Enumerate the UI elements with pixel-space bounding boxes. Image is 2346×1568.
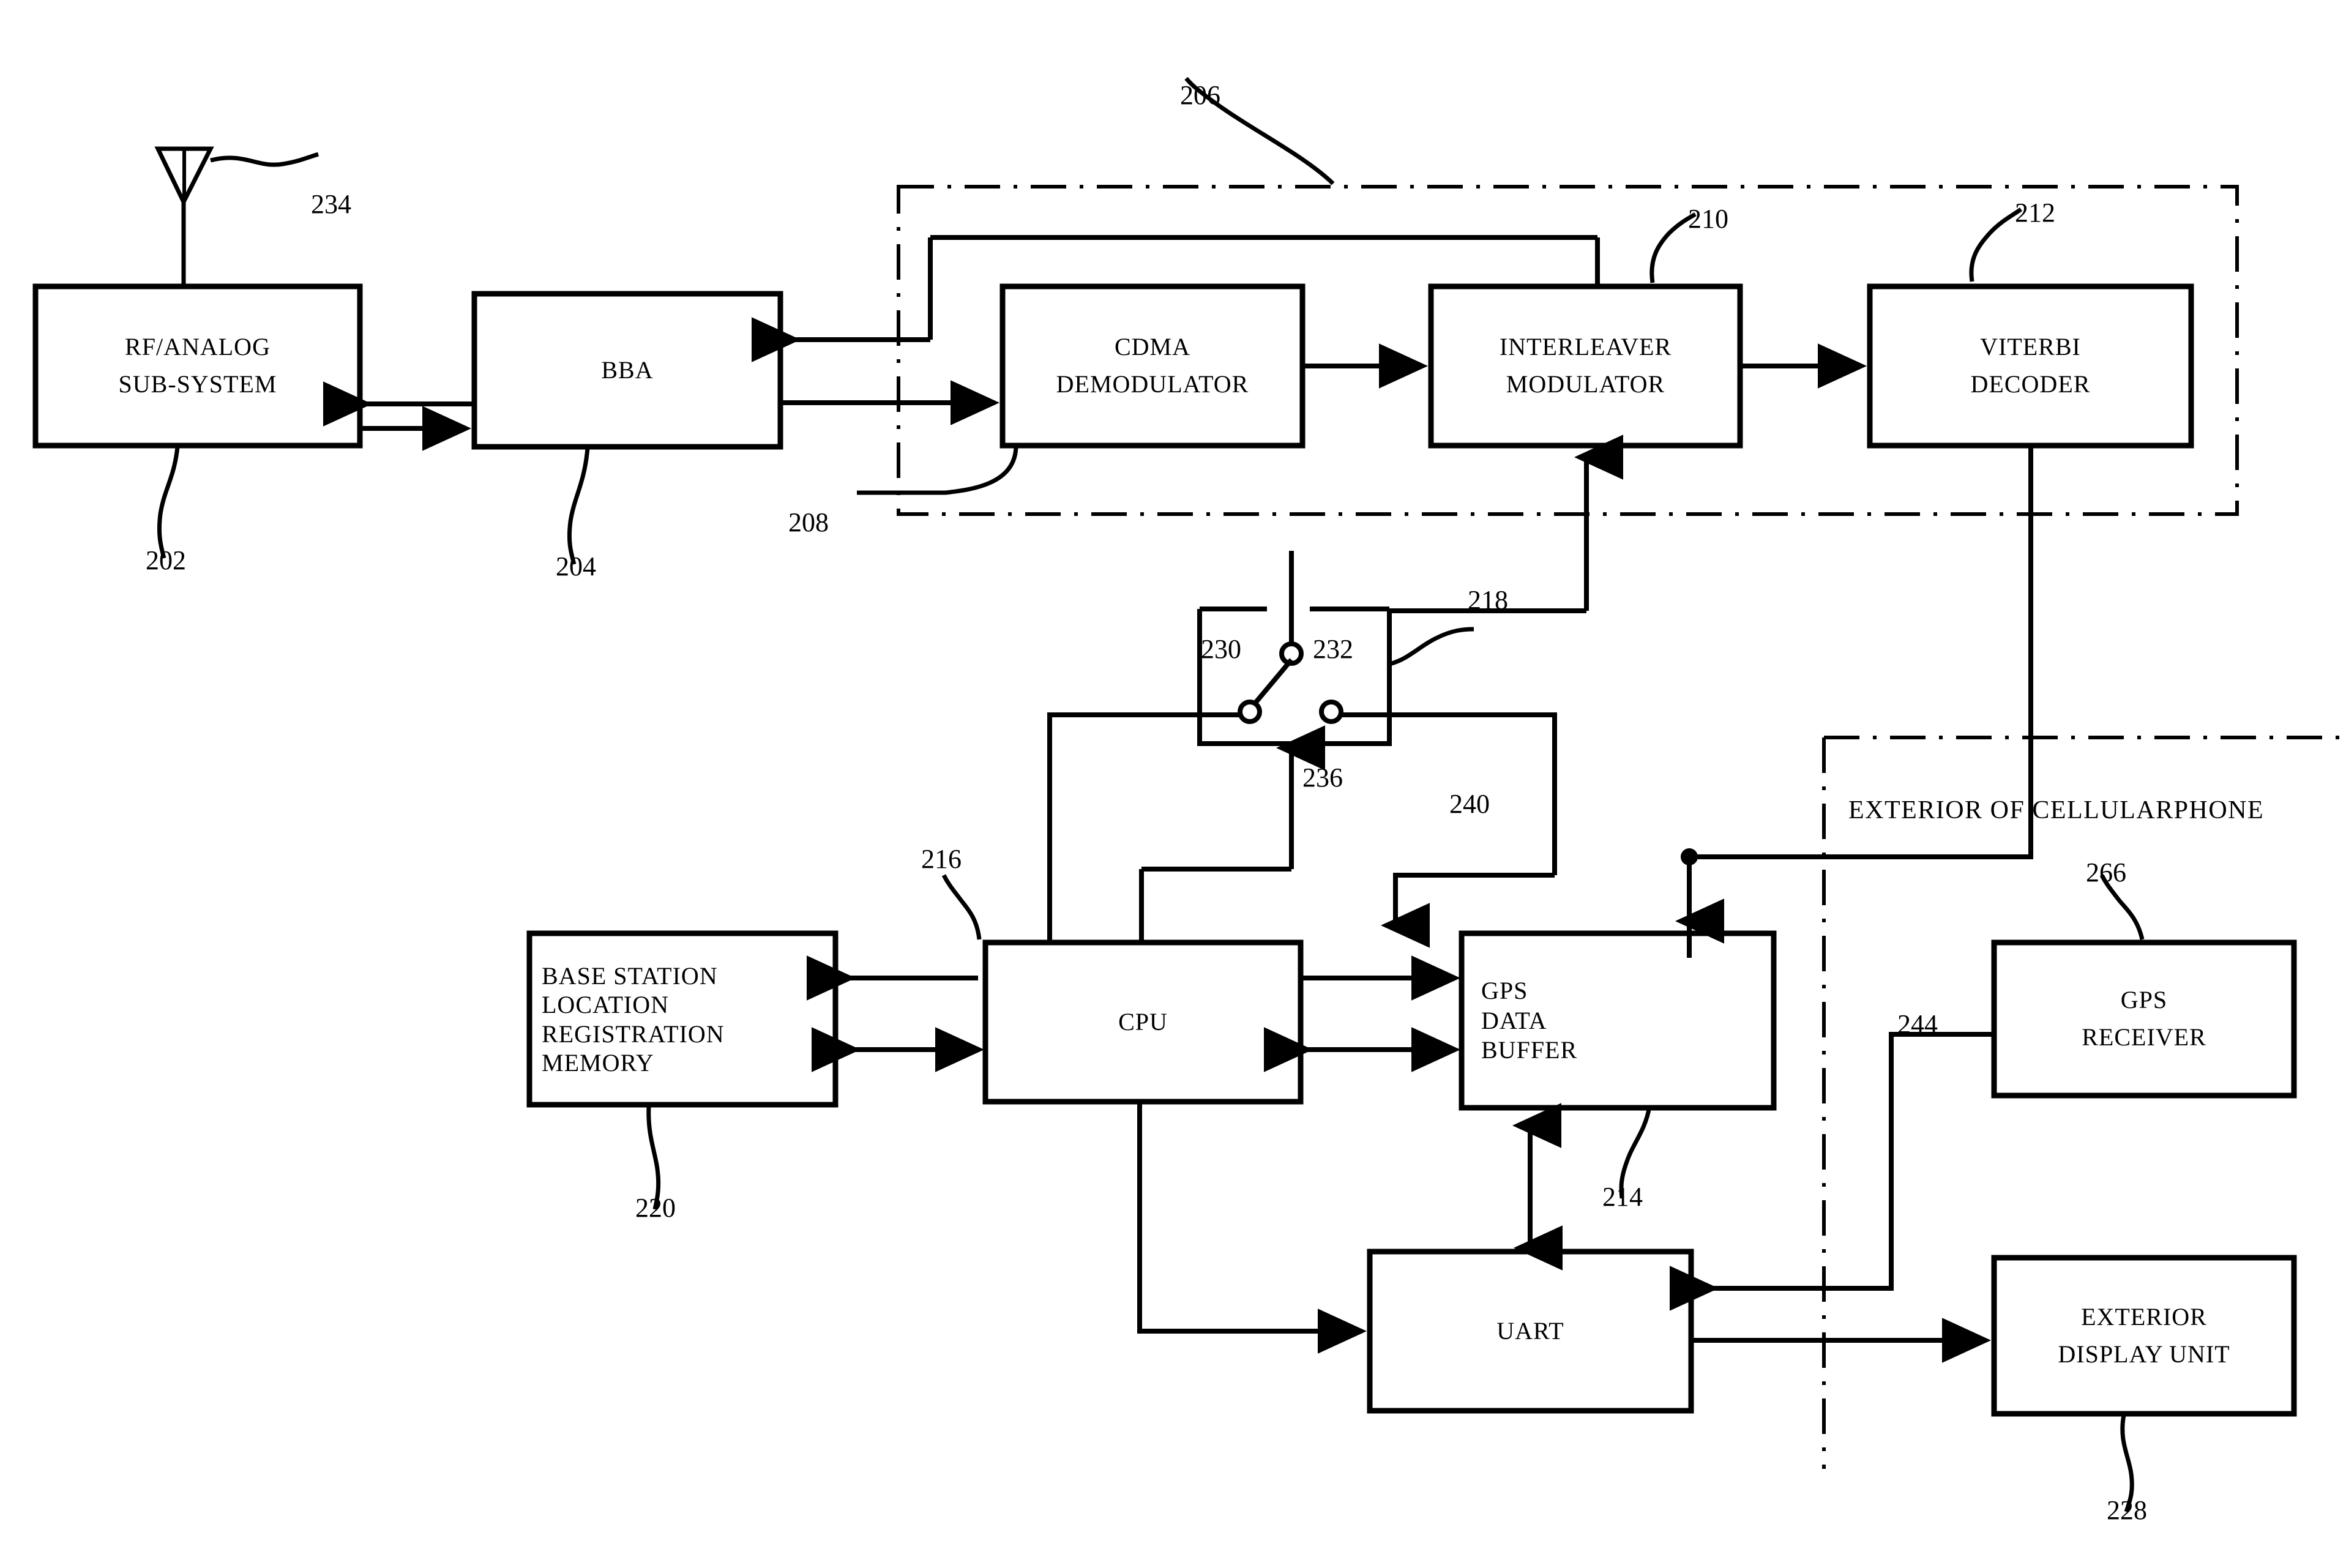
ref-218: 218: [1468, 585, 1508, 615]
switch-blade: [1251, 658, 1294, 707]
block-interleaver-modulator: [1428, 283, 1743, 449]
switch-contact-right: [1319, 700, 1343, 724]
diagram-line-layer: [32, 77, 2346, 1513]
callout-208: [857, 445, 1018, 495]
block-bba: [471, 291, 783, 450]
leader-216: [941, 874, 982, 940]
ref-214: 214: [1602, 1182, 1643, 1212]
block-base-station-memory: [526, 930, 839, 1108]
leader-234: [210, 152, 319, 167]
block-rf-analog: [32, 283, 363, 449]
ref-266: 266: [2086, 857, 2126, 887]
figure-canvas: RF/ANALOG SUB-SYSTEM BBA CDMA DEMODULATO…: [0, 0, 2346, 1568]
ref-244: 244: [1897, 1009, 1938, 1039]
leader-218: [1389, 627, 1474, 666]
ref-212: 212: [2015, 198, 2055, 228]
ref-202: 202: [146, 545, 186, 575]
junction-dot-viterbi: [1681, 848, 1698, 865]
leader-202: [157, 446, 180, 559]
caption-exterior-of-cellularphone: EXTERIOR OF CELLULARPHONE: [1848, 796, 2265, 824]
ref-230: 230: [1201, 634, 1241, 664]
block-viterbi-decoder: [1867, 283, 2194, 449]
block-gps-data-buffer: [1459, 930, 1777, 1111]
ref-208: 208: [788, 507, 829, 537]
switch-contact-left: [1238, 700, 1262, 724]
ref-236: 236: [1302, 763, 1343, 793]
ref-216: 216: [921, 844, 962, 874]
leader-204: [567, 447, 590, 565]
block-uart: [1367, 1249, 1694, 1414]
ref-234: 234: [311, 189, 351, 219]
wire-viterbi-down: [1687, 446, 2033, 958]
leader-212: [1969, 207, 2023, 282]
switch-right-wire-240: [1341, 712, 1557, 875]
block-cdma-demodulator: [999, 283, 1306, 449]
wire-cpu-to-uart: [1137, 1102, 1367, 1354]
ref-206: 206: [1180, 80, 1220, 110]
ref-210: 210: [1688, 204, 1728, 234]
block-cpu: [982, 939, 1304, 1105]
switch-enclosure-bottom: [1197, 609, 1392, 746]
wire-switch-to-cpu-top: [1047, 712, 1132, 943]
ref-204: 204: [556, 551, 596, 581]
ref-220: 220: [635, 1193, 676, 1223]
wire-240-to-cpu-right: [1393, 873, 1555, 930]
block-gps-receiver: [1991, 939, 2297, 1099]
ref-228: 228: [2107, 1495, 2147, 1525]
block-exterior-display: [1991, 1255, 2297, 1417]
wire-gpsrx-to-uart: [1698, 1032, 1994, 1291]
ref-240: 240: [1449, 789, 1490, 819]
ref-232: 232: [1313, 634, 1353, 664]
